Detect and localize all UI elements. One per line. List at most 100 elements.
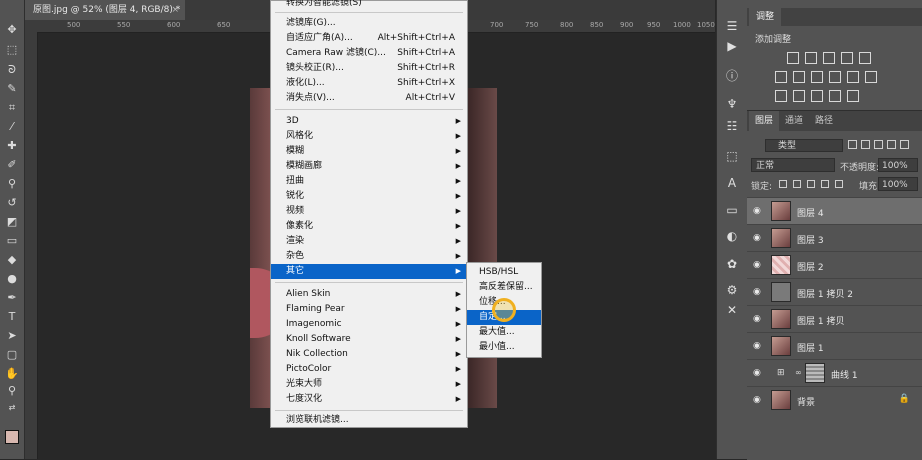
- exposure-icon[interactable]: [841, 52, 853, 64]
- curves-icon[interactable]: [823, 52, 835, 64]
- visibility-eye-icon[interactable]: ◉: [753, 395, 763, 405]
- zoom-tool-icon[interactable]: ⚲: [4, 383, 20, 399]
- document-tab[interactable]: 原图.jpg @ 52% (图层 4, RGB/8) * ×: [25, 0, 185, 20]
- levels-icon[interactable]: [805, 52, 817, 64]
- menu-item-blur[interactable]: 模糊 ▶: [271, 144, 467, 159]
- menu-item-liquify[interactable]: 液化(L)... Shift+Ctrl+X: [271, 76, 467, 91]
- brush-tool-icon[interactable]: ✐: [4, 157, 20, 173]
- threshold-icon[interactable]: [811, 90, 823, 102]
- blur-tool-icon[interactable]: ◆: [4, 252, 20, 268]
- filter-smart-object-icon[interactable]: [900, 140, 909, 149]
- layer-row[interactable]: ◉ 图层 2: [747, 251, 922, 278]
- lock-all-icon[interactable]: [835, 180, 843, 188]
- menu-item-stylize[interactable]: 风格化 ▶: [271, 129, 467, 144]
- layer-row[interactable]: ◉ 背景 🔒: [747, 386, 922, 413]
- tab-channels[interactable]: 通道: [779, 111, 809, 131]
- swatches-icon[interactable]: ⚙: [724, 282, 740, 298]
- menu-item-video[interactable]: 视频 ▶: [271, 204, 467, 219]
- marquee-tool-icon[interactable]: ⬚: [4, 42, 20, 58]
- crop-tool-icon[interactable]: ⌗: [4, 100, 20, 116]
- submenu-item-minimum[interactable]: 最小值...: [467, 340, 541, 355]
- blend-mode-select[interactable]: 正常: [751, 158, 835, 172]
- lock-image-icon[interactable]: [793, 180, 801, 188]
- visibility-eye-icon[interactable]: ◉: [753, 206, 763, 216]
- info-panel-icon[interactable]: ⓘ: [724, 68, 740, 84]
- submenu-item-hsb-hsl[interactable]: HSB/HSL: [467, 265, 541, 280]
- visibility-eye-icon[interactable]: ◉: [753, 287, 763, 297]
- filter-type-icon[interactable]: [874, 140, 883, 149]
- tool-presets-icon[interactable]: ☷: [724, 118, 740, 134]
- play-actions-icon[interactable]: ▶: [724, 38, 740, 54]
- history-panel-icon[interactable]: ☰: [724, 18, 740, 34]
- clone-stamp-tool-icon[interactable]: ⚲: [4, 176, 20, 192]
- filter-shape-icon[interactable]: [887, 140, 896, 149]
- paragraph-panel-icon[interactable]: ▭: [724, 202, 740, 218]
- swap-colors-icon[interactable]: ⇄: [4, 400, 20, 416]
- selective-color-icon[interactable]: [847, 90, 859, 102]
- type-tool-icon[interactable]: T: [4, 309, 20, 325]
- visibility-eye-icon[interactable]: ◉: [753, 233, 763, 243]
- gradient-map-icon[interactable]: [829, 90, 841, 102]
- channel-mixer-icon[interactable]: [847, 71, 859, 83]
- filter-adjustment-icon[interactable]: [861, 140, 870, 149]
- layer-kind-filter[interactable]: 类型: [765, 139, 843, 152]
- tab-layers[interactable]: 图层: [749, 111, 779, 131]
- menu-item-distort[interactable]: 扭曲 ▶: [271, 174, 467, 189]
- eyedropper-tool-icon[interactable]: ⁄: [4, 119, 20, 135]
- menu-item-nik-collection[interactable]: Nik Collection ▶: [271, 347, 467, 362]
- fill-field[interactable]: 100%: [878, 177, 918, 191]
- lock-artboard-icon[interactable]: [821, 180, 829, 188]
- dodge-tool-icon[interactable]: ●: [4, 271, 20, 287]
- menu-item-lens-correction[interactable]: 镜头校正(R)... Shift+Ctrl+R: [271, 61, 467, 76]
- brush-presets-icon[interactable]: ♆: [724, 96, 740, 112]
- visibility-eye-icon[interactable]: ◉: [753, 368, 763, 378]
- layer-row[interactable]: ◉ ⊞ ∞ 曲线 1: [747, 359, 922, 386]
- menu-item-sharpen[interactable]: 锐化 ▶: [271, 189, 467, 204]
- menu-item-pictocolor[interactable]: PictoColor ▶: [271, 362, 467, 377]
- rectangle-tool-icon[interactable]: ▢: [4, 347, 20, 363]
- menu-item-noise[interactable]: 杂色 ▶: [271, 249, 467, 264]
- lasso-tool-icon[interactable]: ᘐ: [4, 62, 20, 78]
- adjustments-tab[interactable]: 调整: [749, 8, 781, 26]
- close-tab-icon[interactable]: ×: [171, 0, 179, 20]
- move-tool-icon[interactable]: ✥: [4, 22, 20, 38]
- foreground-color-swatch[interactable]: [5, 430, 19, 444]
- posterize-icon[interactable]: [793, 90, 805, 102]
- vibrance-icon[interactable]: [859, 52, 871, 64]
- properties-icon[interactable]: ⬚: [724, 148, 740, 164]
- visibility-eye-icon[interactable]: ◉: [753, 314, 763, 324]
- lock-transparent-icon[interactable]: [779, 180, 787, 188]
- menu-item-camera-raw[interactable]: Camera Raw 滤镜(C)... Shift+Ctrl+A: [271, 46, 467, 61]
- quick-selection-tool-icon[interactable]: ✎: [4, 81, 20, 97]
- history-brush-tool-icon[interactable]: ↺: [4, 195, 20, 211]
- menu-item-alien-skin[interactable]: Alien Skin ▶: [271, 287, 467, 302]
- pen-tool-icon[interactable]: ✒: [4, 290, 20, 306]
- styles-icon[interactable]: ✿: [724, 256, 740, 272]
- invert-icon[interactable]: [775, 90, 787, 102]
- menu-item-render[interactable]: 渲染 ▶: [271, 234, 467, 249]
- menu-item-knoll-software[interactable]: Knoll Software ▶: [271, 332, 467, 347]
- menu-item-pixelate[interactable]: 像素化 ▶: [271, 219, 467, 234]
- brightness-contrast-icon[interactable]: [787, 52, 799, 64]
- menu-item-blur-gallery[interactable]: 模糊画廊 ▶: [271, 159, 467, 174]
- eraser-tool-icon[interactable]: ◩: [4, 214, 20, 230]
- color-lookup-icon[interactable]: [865, 71, 877, 83]
- menu-item-light-master[interactable]: 光束大师 ▶: [271, 377, 467, 392]
- layer-row[interactable]: ◉ 图层 1 拷贝 2: [747, 278, 922, 305]
- filter-pixel-icon[interactable]: [848, 140, 857, 149]
- visibility-eye-icon[interactable]: ◉: [753, 260, 763, 270]
- gradient-tool-icon[interactable]: ▭: [4, 233, 20, 249]
- path-selection-tool-icon[interactable]: ➤: [4, 328, 20, 344]
- hue-saturation-icon[interactable]: [775, 71, 787, 83]
- menu-item-flaming-pear[interactable]: Flaming Pear ▶: [271, 302, 467, 317]
- menu-item-3d[interactable]: 3D ▶: [271, 114, 467, 129]
- photo-filter-icon[interactable]: [829, 71, 841, 83]
- menu-item-filter-gallery[interactable]: 滤镜库(G)...: [271, 16, 467, 31]
- adjustments-brightness-icon[interactable]: ◐: [724, 228, 740, 244]
- character-panel-icon[interactable]: A: [724, 175, 740, 191]
- submenu-item-maximum[interactable]: 最大值...: [467, 325, 541, 340]
- layer-row[interactable]: ◉ 图层 4: [747, 197, 922, 224]
- hand-tool-icon[interactable]: ✋: [4, 366, 20, 382]
- menu-item-browse-online-filters[interactable]: 浏览联机滤镜...: [271, 413, 467, 428]
- tools-cross-icon[interactable]: ✕: [724, 302, 740, 318]
